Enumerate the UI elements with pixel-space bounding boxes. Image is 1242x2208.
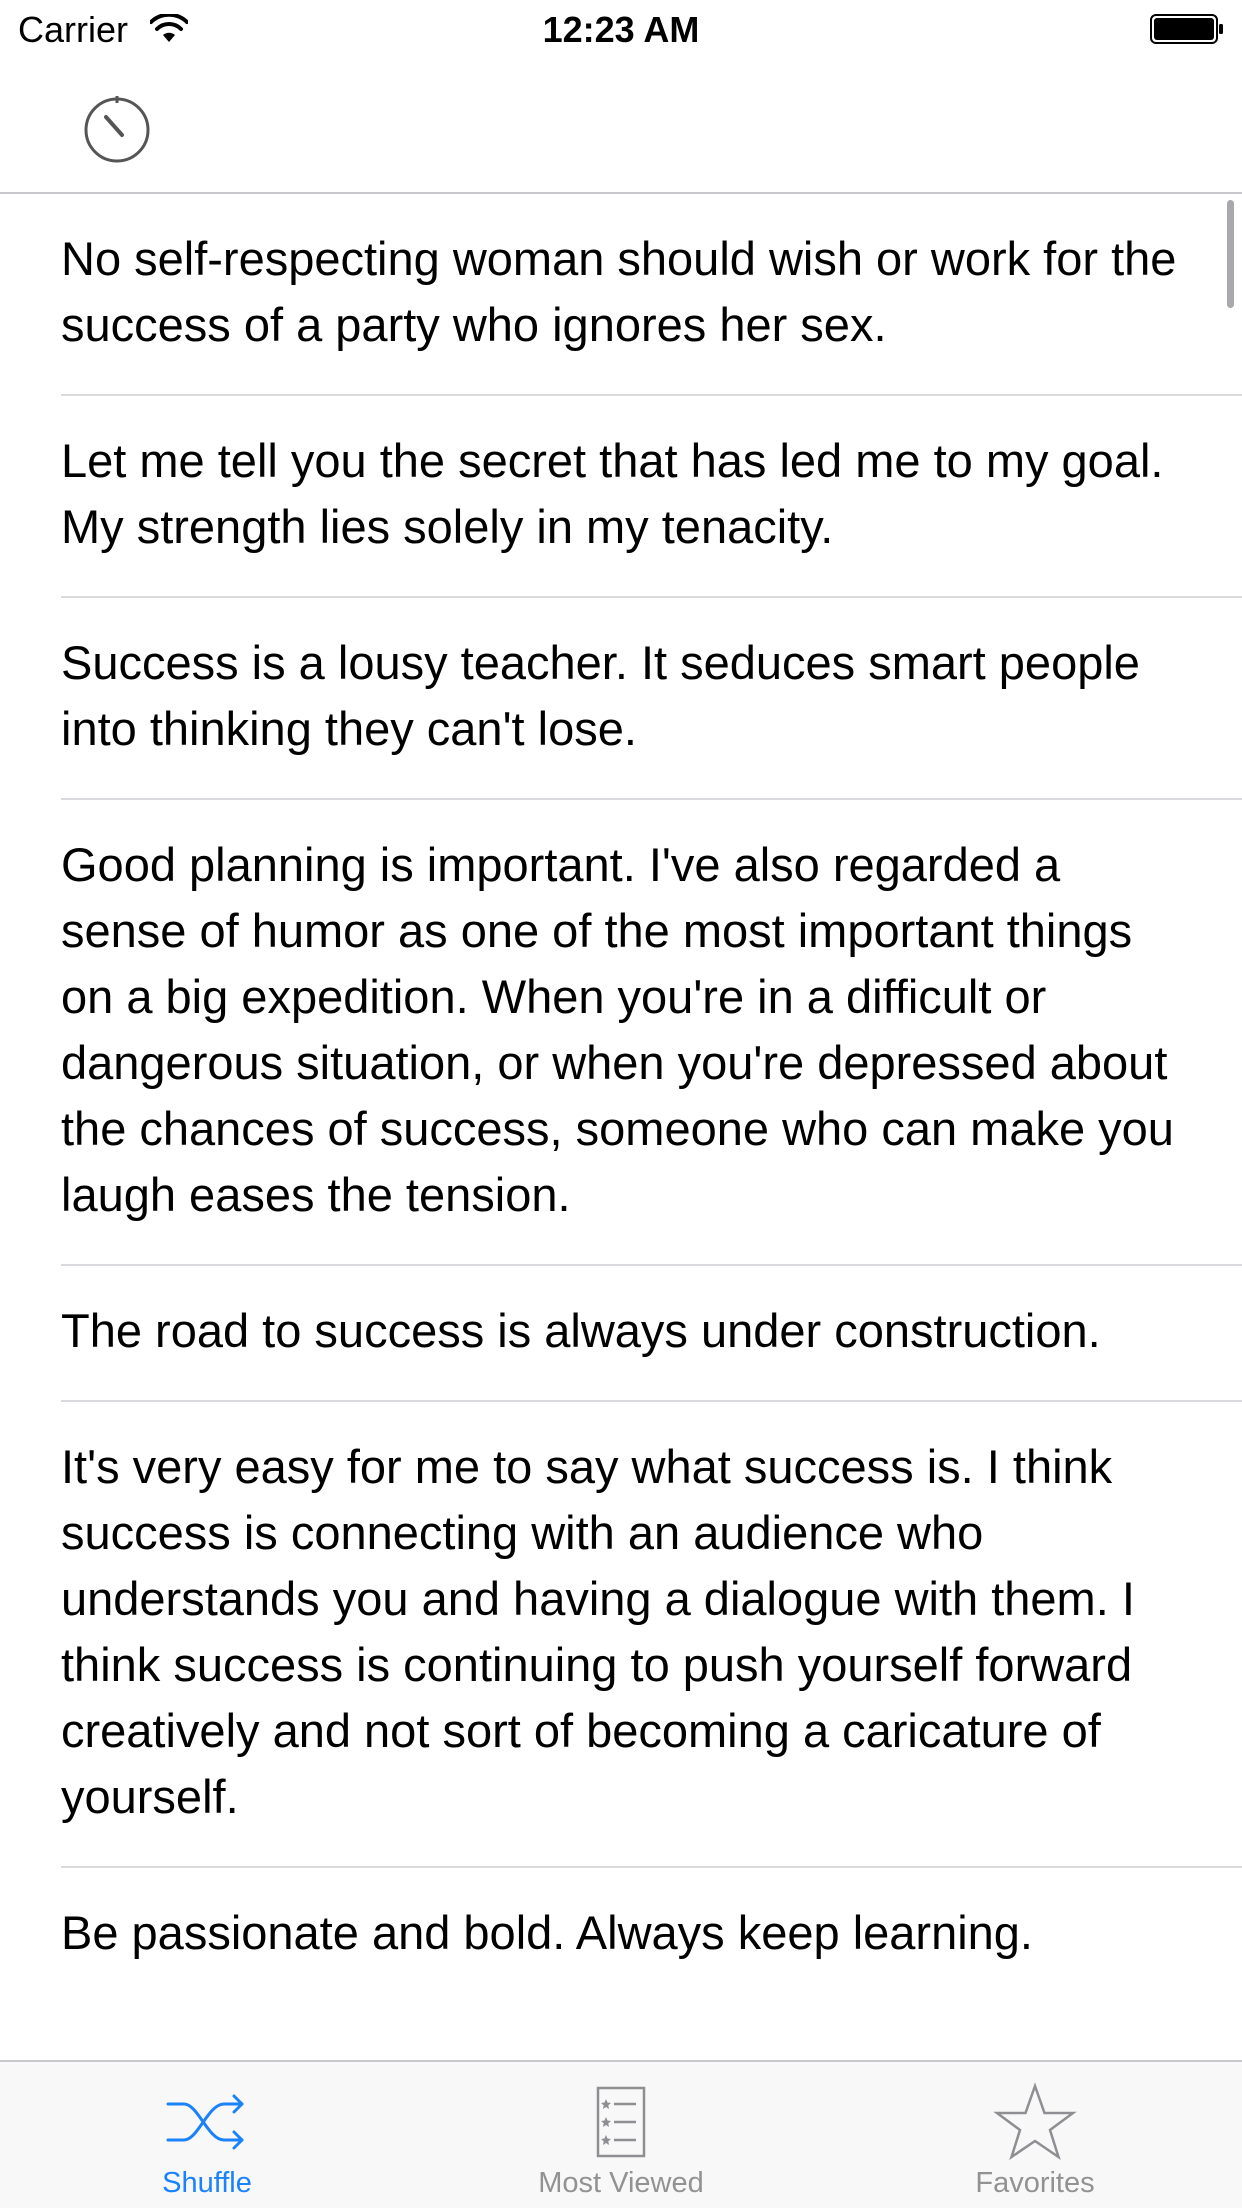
quote-text: Let me tell you the secret that has led … [61,434,1164,553]
quote-list[interactable]: No self-respecting woman should wish or … [0,194,1242,2062]
list-item[interactable]: The road to success is always under cons… [61,1266,1242,1402]
list-item[interactable]: Be passionate and bold. Always keep lear… [61,1868,1242,2002]
list-icon [596,2086,646,2158]
navigation-bar [0,60,1242,194]
quote-text: Good planning is important. I've also re… [61,838,1174,1221]
tab-label: Shuffle [162,2167,252,2199]
list-item[interactable]: Let me tell you the secret that has led … [61,396,1242,598]
quotes-screen: Carrier 12:23 AM No self-respecting woma… [0,0,1242,2208]
list-item[interactable]: Success is a lousy teacher. It seduces s… [61,598,1242,800]
status-bar: Carrier 12:23 AM [0,0,1242,60]
quote-text: Success is a lousy teacher. It seduces s… [61,636,1140,755]
tab-bar: Shuffle Most Viewed Favorites [0,2060,1242,2208]
quote-text: It's very easy for me to say what succes… [61,1440,1135,1823]
quote-text: The road to success is always under cons… [61,1304,1101,1357]
list-item[interactable]: It's very easy for me to say what succes… [61,1402,1242,1868]
list-item[interactable]: Good planning is important. I've also re… [61,800,1242,1266]
tab-shuffle[interactable]: Shuffle [0,2062,414,2208]
tab-most-viewed[interactable]: Most Viewed [414,2062,828,2208]
scroll-indicator[interactable] [1227,200,1234,308]
star-icon [993,2082,1077,2161]
stopwatch-icon[interactable] [78,90,156,168]
quote-text: Be passionate and bold. Always keep lear… [61,1906,1033,1959]
status-time: 12:23 AM [542,9,700,50]
list-item[interactable]: No self-respecting woman should wish or … [61,194,1242,396]
quote-text: No self-respecting woman should wish or … [61,232,1177,351]
battery-icon [1150,14,1223,44]
tab-label: Most Viewed [538,2167,704,2199]
shuffle-icon [166,2094,244,2150]
tab-label: Favorites [975,2167,1095,2199]
tab-favorites[interactable]: Favorites [828,2062,1242,2208]
